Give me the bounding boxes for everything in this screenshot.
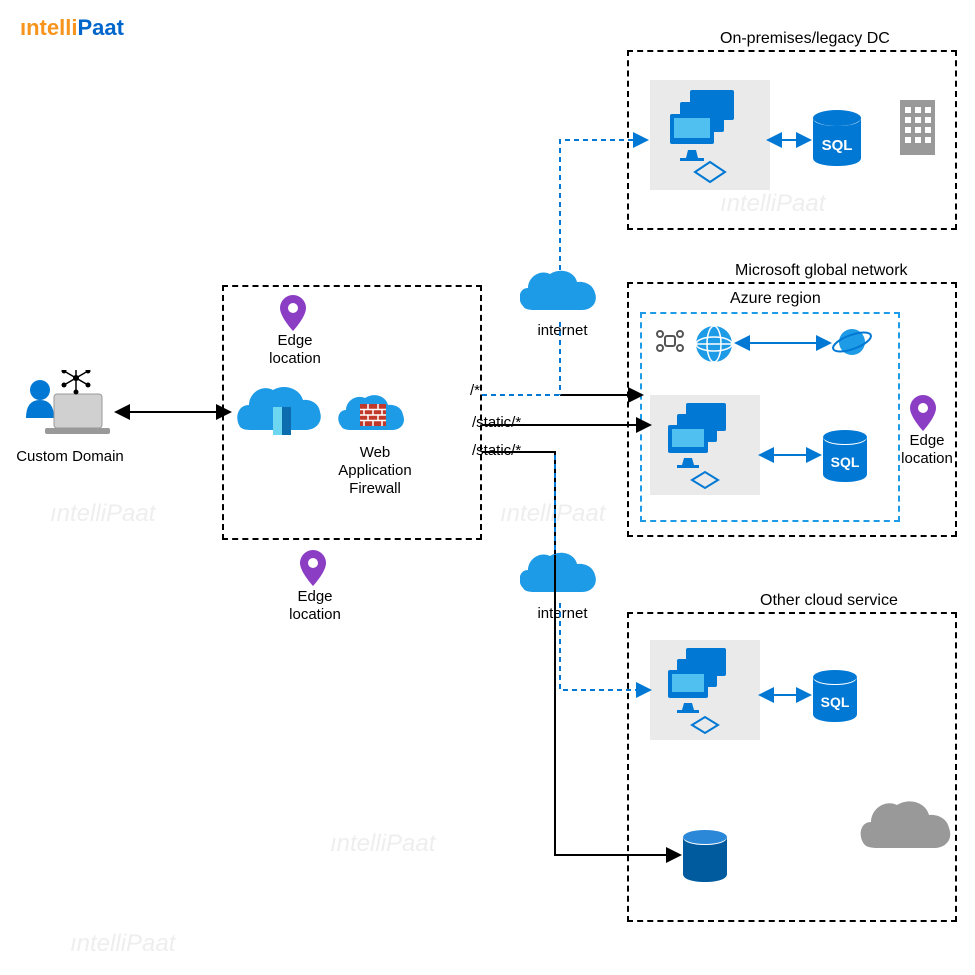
watermark: ıntelliPaat <box>330 830 435 858</box>
internet-cloud-icon <box>520 268 600 323</box>
drone-icon <box>655 330 685 354</box>
watermark: ıntelliPaat <box>70 930 175 958</box>
logo-prefix: ıntelli <box>20 15 77 40</box>
internet-label-1: internet <box>530 322 595 339</box>
watermark: ıntelliPaat <box>500 500 605 528</box>
edge-pin-icon <box>910 395 936 431</box>
building-icon <box>895 95 940 160</box>
othercloud-title: Other cloud service <box>760 592 898 610</box>
edge-pin-icon <box>280 295 306 331</box>
storage-icon <box>680 830 730 886</box>
sql-icon: SQL <box>810 110 864 170</box>
custom-domain-label: Custom Domain <box>10 448 130 465</box>
sql-icon: SQL <box>820 430 870 486</box>
waf-label: Web Application Firewall <box>330 444 420 498</box>
vm-cluster-icon <box>650 80 770 200</box>
gray-cloud-icon <box>860 800 955 860</box>
waf-icon <box>338 390 408 440</box>
vm-cluster-icon <box>650 640 760 750</box>
svg-text:SQL: SQL <box>831 454 860 470</box>
edge-pin-icon <box>300 550 326 586</box>
internet-label-2: internet <box>530 605 595 622</box>
globe-icon <box>692 322 736 366</box>
sql-icon: SQL <box>810 670 860 726</box>
edge-label-2: Edge location <box>280 588 350 624</box>
watermark: ıntelliPaat <box>50 500 155 528</box>
vm-cluster-icon <box>650 395 760 505</box>
user-icon <box>20 370 110 445</box>
svg-text:SQL: SQL <box>822 137 853 154</box>
cosmos-icon <box>830 320 874 364</box>
msglobal-title: Microsoft global network <box>735 262 908 280</box>
internet-cloud-icon <box>520 550 600 605</box>
onprem-title: On-premises/legacy DC <box>720 30 890 48</box>
edge-label-1: Edge location <box>260 332 330 368</box>
route-label: /static/* <box>472 414 521 431</box>
route-label: /static/* <box>472 442 521 459</box>
azureregion-title: Azure region <box>730 290 821 308</box>
logo-suffix: Paat <box>77 15 123 40</box>
svg-text:SQL: SQL <box>821 694 850 710</box>
logo: ıntelliPaat <box>20 15 124 41</box>
route-label: /* <box>470 382 480 399</box>
edge-label-3: Edge location <box>892 432 962 468</box>
front-door-icon <box>235 385 325 445</box>
